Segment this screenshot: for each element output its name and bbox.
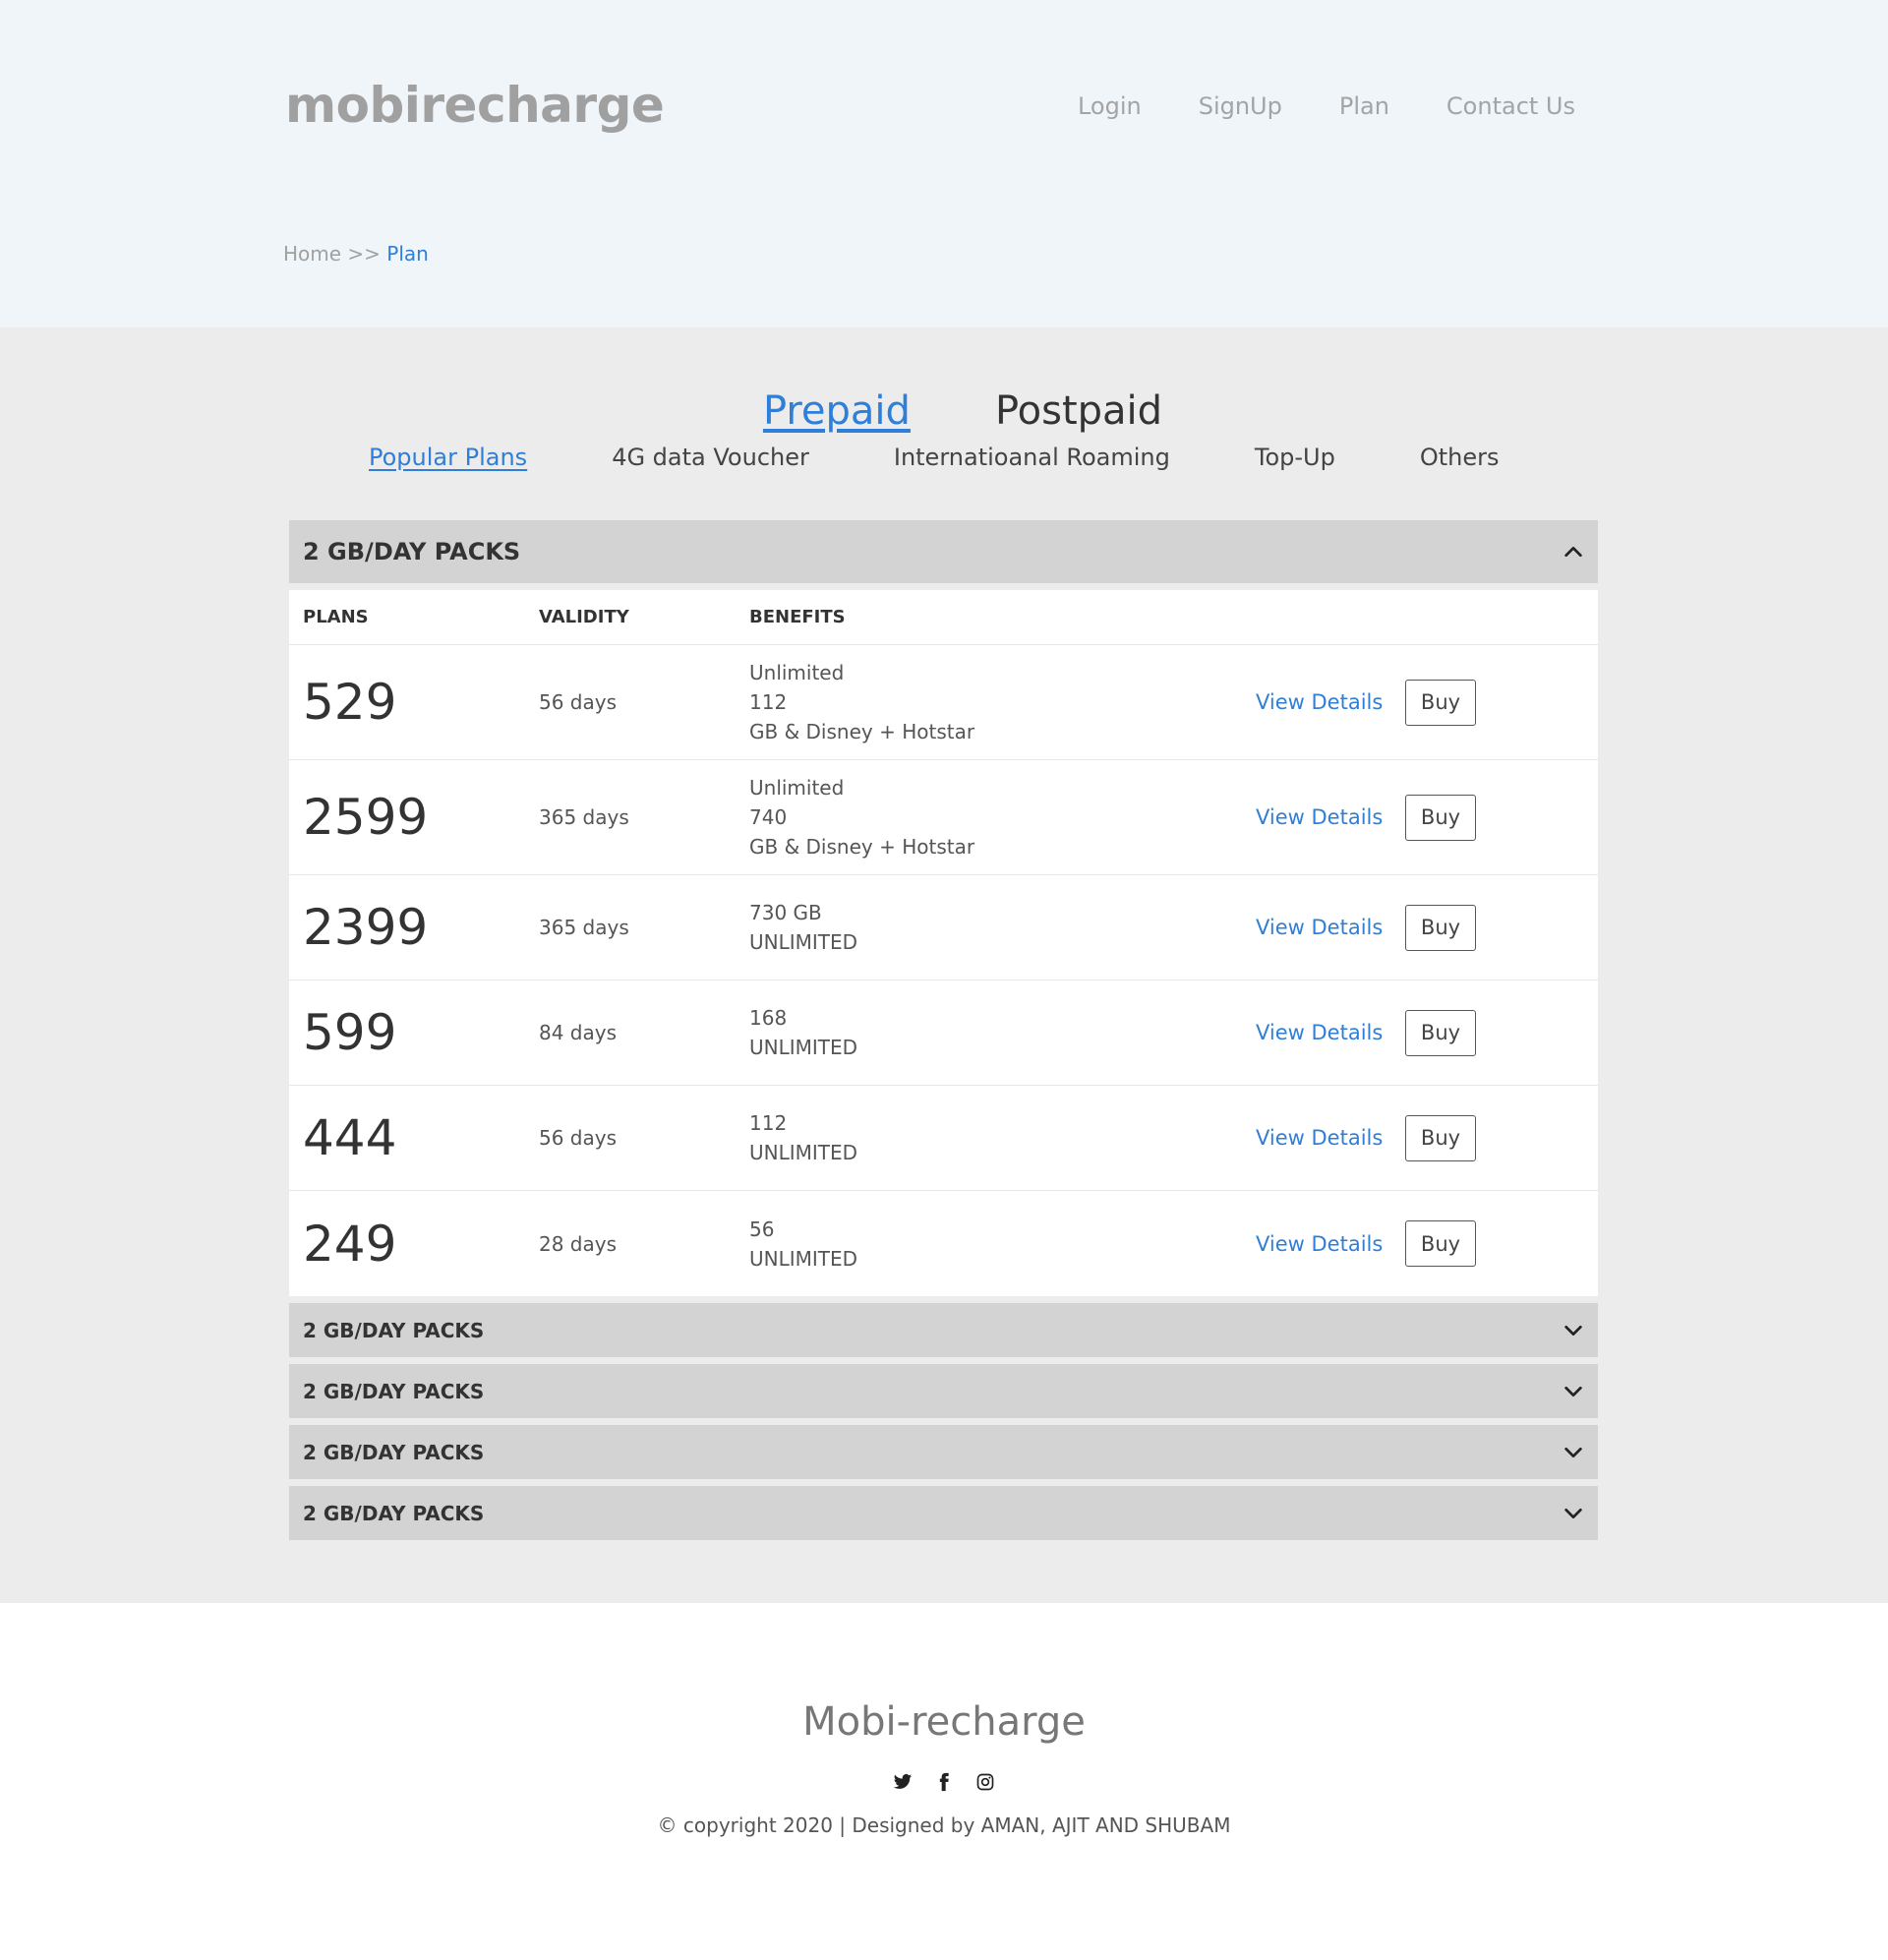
section-title: 2 GB/DAY PACKS — [303, 1379, 485, 1403]
plans-main: Prepaid Postpaid Popular Plans 4G data V… — [0, 327, 1888, 1603]
benefit-line: UNLIMITED — [749, 1141, 858, 1164]
tab-top-up[interactable]: Top-Up — [1255, 444, 1335, 471]
benefit-line: 740 — [749, 805, 788, 829]
table-header: PLANS VALIDITY BENEFITS — [289, 590, 1598, 645]
buy-button[interactable]: Buy — [1405, 794, 1476, 841]
benefit-line: UNLIMITED — [749, 1036, 858, 1059]
table-row: 599 84 days 168 UNLIMITED View Details B… — [289, 980, 1598, 1086]
plan-validity: 28 days — [539, 1231, 618, 1256]
tab-popular-plans[interactable]: Popular Plans — [369, 444, 527, 471]
view-details-link[interactable]: View Details — [1256, 805, 1383, 829]
table-row: 529 56 days Unlimited 112 GB & Disney + … — [289, 645, 1598, 760]
plan-benefits: Unlimited 112 GB & Disney + Hotstar — [749, 658, 1256, 746]
breadcrumb: Home >> Plan — [283, 242, 429, 266]
plan-benefits: 168 UNLIMITED — [749, 1003, 1256, 1062]
section-title: 2 GB/DAY PACKS — [303, 538, 521, 565]
table-row: 2599 365 days Unlimited 740 GB & Disney … — [289, 760, 1598, 875]
benefit-line: UNLIMITED — [749, 930, 858, 954]
chevron-down-icon[interactable] — [1563, 1320, 1584, 1341]
facebook-icon[interactable] — [934, 1772, 954, 1792]
site-logo[interactable]: mobirecharge — [285, 77, 665, 134]
site-footer: Mobi-recharge © copyright 2020 | Designe… — [0, 1603, 1888, 1960]
plan-price: 249 — [303, 1215, 397, 1273]
view-details-link[interactable]: View Details — [1256, 690, 1383, 714]
plan-benefits: 112 UNLIMITED — [749, 1108, 1256, 1167]
view-details-link[interactable]: View Details — [1256, 1232, 1383, 1256]
nav-contact-us[interactable]: Contact Us — [1446, 92, 1575, 120]
breadcrumb-home[interactable]: Home — [283, 242, 341, 266]
section-title: 2 GB/DAY PACKS — [303, 1501, 485, 1525]
plan-validity: 56 days — [539, 1126, 618, 1150]
plan-validity: 365 days — [539, 916, 629, 939]
benefit-line: 112 — [749, 1111, 788, 1135]
tab-international-roaming[interactable]: Internatioanal Roaming — [894, 444, 1170, 471]
section-header-collapsed[interactable]: 2 GB/DAY PACKS — [289, 1486, 1598, 1540]
benefit-line: Unlimited — [749, 776, 845, 800]
buy-button[interactable]: Buy — [1405, 679, 1476, 726]
chevron-down-icon[interactable] — [1563, 1381, 1584, 1402]
breadcrumb-current: Plan — [386, 242, 429, 266]
tab-postpaid[interactable]: Postpaid — [995, 388, 1162, 434]
section-title: 2 GB/DAY PACKS — [303, 1318, 485, 1342]
benefit-line: 112 — [749, 690, 788, 714]
plans-table: PLANS VALIDITY BENEFITS 529 56 days Unli… — [289, 590, 1598, 1296]
plan-validity: 365 days — [539, 805, 629, 829]
view-details-link[interactable]: View Details — [1256, 916, 1383, 939]
section-header-collapsed[interactable]: 2 GB/DAY PACKS — [289, 1425, 1598, 1479]
breadcrumb-separator: >> — [347, 242, 381, 266]
col-header-validity: VALIDITY — [539, 607, 629, 627]
benefit-line: Unlimited — [749, 661, 845, 684]
view-details-link[interactable]: View Details — [1256, 1021, 1383, 1044]
tab-prepaid[interactable]: Prepaid — [763, 388, 911, 434]
nav-signup[interactable]: SignUp — [1199, 92, 1282, 120]
main-nav: Login SignUp Plan Contact Us — [1078, 92, 1575, 120]
col-header-plans: PLANS — [303, 607, 369, 627]
section-title: 2 GB/DAY PACKS — [303, 1440, 485, 1464]
plan-validity: 84 days — [539, 1021, 618, 1044]
plan-price: 529 — [303, 674, 397, 731]
instagram-icon[interactable] — [975, 1772, 995, 1792]
nav-login[interactable]: Login — [1078, 92, 1142, 120]
plan-type-tabs: Prepaid Postpaid — [0, 388, 1888, 434]
buy-button[interactable]: Buy — [1405, 1009, 1476, 1056]
benefit-line: 56 — [749, 1217, 775, 1241]
table-row: 444 56 days 112 UNLIMITED View Details B… — [289, 1086, 1598, 1191]
plans-accordion: 2 GB/DAY PACKS PLANS VALIDITY BENEFITS 5… — [289, 520, 1598, 1540]
section-header-open[interactable]: 2 GB/DAY PACKS — [289, 520, 1598, 583]
social-links — [0, 1772, 1888, 1792]
chevron-down-icon[interactable] — [1563, 1442, 1584, 1463]
plan-price: 444 — [303, 1109, 397, 1166]
benefit-line: GB & Disney + Hotstar — [749, 835, 975, 859]
section-header-collapsed[interactable]: 2 GB/DAY PACKS — [289, 1303, 1598, 1357]
plan-benefits: 730 GB UNLIMITED — [749, 898, 1256, 957]
plan-validity: 56 days — [539, 690, 618, 714]
buy-button[interactable]: Buy — [1405, 1220, 1476, 1267]
benefit-line: 168 — [749, 1006, 788, 1030]
tab-others[interactable]: Others — [1420, 444, 1500, 471]
benefit-line: UNLIMITED — [749, 1246, 858, 1271]
benefit-line: 730 GB — [749, 901, 822, 924]
plan-price: 599 — [303, 1004, 397, 1061]
footer-brand: Mobi-recharge — [802, 1699, 1086, 1745]
benefit-line: GB & Disney + Hotstar — [749, 720, 975, 743]
plan-benefits: 56 UNLIMITED — [749, 1215, 1256, 1274]
section-header-collapsed[interactable]: 2 GB/DAY PACKS — [289, 1364, 1598, 1418]
nav-plan[interactable]: Plan — [1339, 92, 1389, 120]
table-row: 2399 365 days 730 GB UNLIMITED View Deta… — [289, 875, 1598, 980]
plan-price: 2399 — [303, 899, 429, 956]
copyright-text: © copyright 2020 | Designed by AMAN, AJI… — [657, 1813, 1231, 1837]
buy-button[interactable]: Buy — [1405, 1114, 1476, 1161]
plan-price: 2599 — [303, 789, 429, 846]
chevron-up-icon[interactable] — [1563, 541, 1584, 563]
plan-category-tabs: Popular Plans 4G data Voucher Internatio… — [369, 444, 1499, 471]
twitter-icon[interactable] — [893, 1772, 913, 1792]
table-row: 249 28 days 56 UNLIMITED View Details Bu… — [289, 1191, 1598, 1296]
chevron-down-icon[interactable] — [1563, 1503, 1584, 1524]
site-header: mobirecharge Login SignUp Plan Contact U… — [0, 0, 1888, 327]
buy-button[interactable]: Buy — [1405, 904, 1476, 951]
view-details-link[interactable]: View Details — [1256, 1126, 1383, 1150]
tab-4g-data-voucher[interactable]: 4G data Voucher — [612, 444, 809, 471]
plan-benefits: Unlimited 740 GB & Disney + Hotstar — [749, 773, 1256, 861]
col-header-benefits: BENEFITS — [749, 607, 846, 627]
